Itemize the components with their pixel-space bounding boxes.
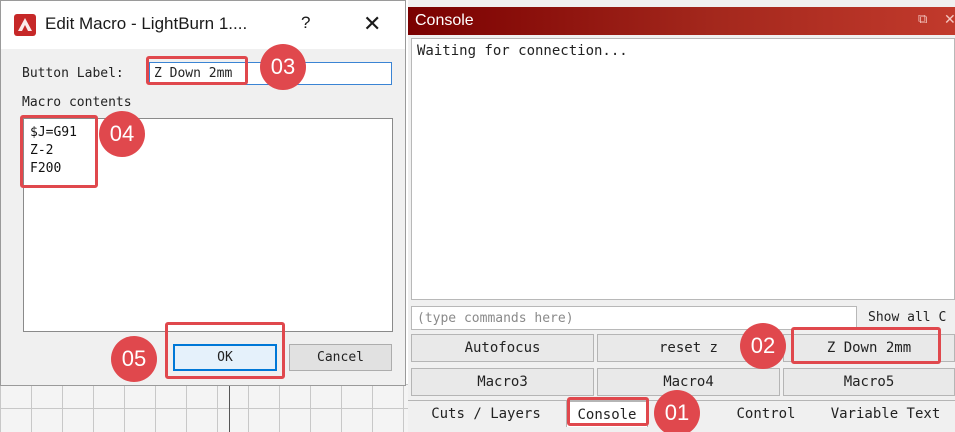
button-label-caption: Button Label: [22,66,124,81]
step-badge-04: 04 [99,111,145,157]
command-placeholder: (type commands here) [417,311,574,326]
console-output-text: Waiting for connection... [417,43,628,59]
highlight-macro-contents [20,115,98,188]
show-all-checkbox-label[interactable]: Show all C [868,310,946,325]
macro-button-autofocus[interactable]: Autofocus [411,334,594,362]
lightburn-logo-icon [14,14,36,36]
canvas-divider [229,384,230,432]
highlight-console-tab [567,397,649,426]
step-badge-05: 05 [111,336,157,382]
macro-button-macro4[interactable]: Macro4 [597,368,780,396]
step-badge-01: 01 [654,390,700,432]
step-badge-03: 03 [260,44,306,90]
command-input[interactable]: (type commands here) [411,306,857,330]
tab-cuts-layers[interactable]: Cuts / Layers [411,401,561,427]
macro-button-macro3[interactable]: Macro3 [411,368,594,396]
float-window-icon[interactable]: ⧉ [918,11,927,27]
tab-variable-text[interactable]: Variable Text [816,401,955,427]
highlight-z-down-button [791,327,941,364]
console-output: Waiting for connection... [411,38,955,300]
macro-contents-caption: Macro contents [22,95,132,110]
console-titlebar: Console [408,7,955,35]
close-panel-icon[interactable]: ✕ [944,11,955,28]
macro-button-macro5[interactable]: Macro5 [783,368,955,396]
dialog-title: Edit Macro - LightBurn 1.... [45,14,248,33]
help-button[interactable]: ? [301,13,310,33]
console-title: Console [415,12,474,29]
canvas-grid [0,384,408,432]
close-button[interactable]: ✕ [363,11,381,37]
highlight-ok-button [165,322,285,379]
cancel-button[interactable]: Cancel [289,344,392,371]
step-badge-02: 02 [740,323,786,369]
dialog-titlebar: Edit Macro - LightBurn 1.... ? ✕ [1,1,405,49]
console-panel: Console ⧉ ✕ Waiting for connection... (t… [408,0,955,432]
tab-control[interactable]: Control [726,401,806,427]
highlight-button-label [146,56,248,85]
